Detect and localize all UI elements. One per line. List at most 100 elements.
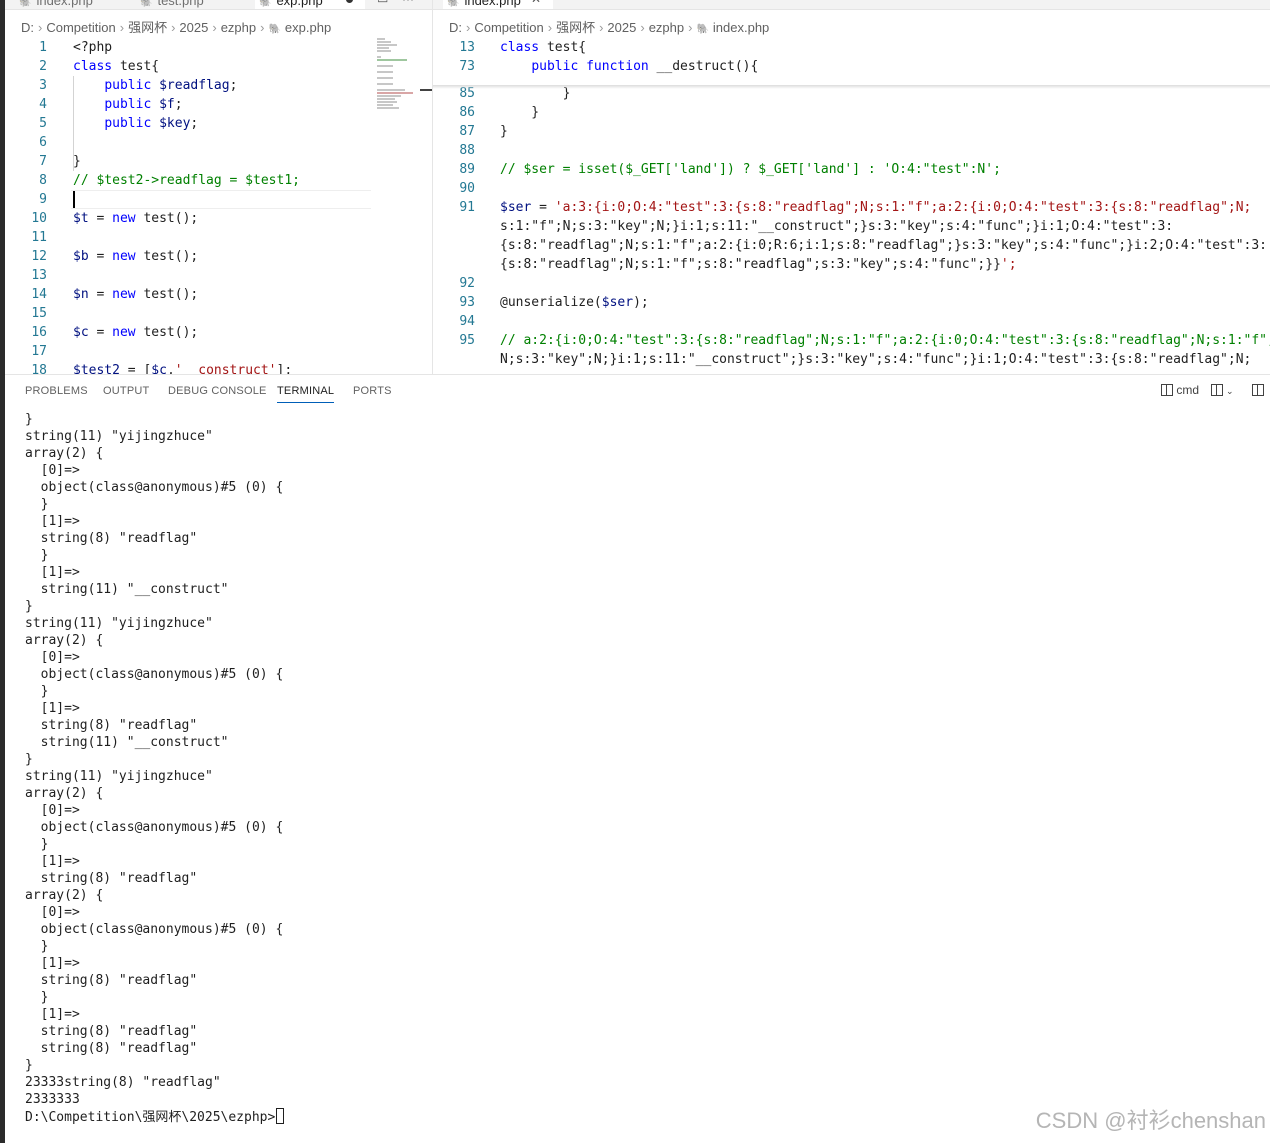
sticky-scroll-shadow [433,85,1270,89]
breadcrumb-item[interactable]: 2025 [607,20,636,35]
code-line[interactable]: 14 $n = new test(); [5,285,432,304]
code-line[interactable]: 6 [5,133,432,152]
code-line[interactable]: 94 [433,312,1270,331]
code-line[interactable]: 18 $test2 = [$c,'__construct']; [5,361,432,374]
line-number: 93 [459,295,475,310]
code-line[interactable]: 89 // $ser = isset($_GET['land']) ? $_GET… [433,160,1270,179]
code-text: // a:2:{i:0;O:4:"test":3:{s:8:"readflag"… [500,333,1270,348]
code-text: public $readflag; [104,78,238,93]
terminal-line: [0]=> [25,905,80,920]
code-line[interactable]: 92 [433,274,1270,293]
chevron-right-icon: › [260,20,265,35]
breadcrumb-item[interactable]: D: [449,20,462,35]
terminal-shell-selector[interactable]: cmd [1161,383,1199,397]
code-line[interactable]: 11 [5,228,432,247]
terminal-line: [1]=> [25,956,80,971]
code-line[interactable]: 9 [5,190,432,209]
terminal-line: string(8) "readflag" [25,973,198,988]
line-number: 8 [39,173,47,188]
code-line[interactable]: s:1:"f";N;s:3:"key";N;}i:1;s:11:"__const… [433,217,1270,236]
code-text: $n = new test(); [73,287,199,302]
code-line[interactable]: N;s:3:"key";N;}i:1;s:11:"__construct";}s… [433,350,1270,369]
code-line[interactable]: 8 // $test2->readflag = $test1; [5,171,432,190]
code-line[interactable]: 4 public $f; [5,95,432,114]
code-line[interactable]: 12 $b = new test(); [5,247,432,266]
php-file-icon: 🐘 [268,24,281,35]
breadcrumb-item[interactable]: ezphp [649,20,684,35]
line-number: 73 [459,59,475,74]
tab-terminal[interactable]: TERMINAL [277,385,335,403]
code-line[interactable]: 16 $c = new test(); [5,323,432,342]
terminal-line: } [25,990,49,1005]
code-line[interactable]: 13 [5,266,432,285]
code-line[interactable]: 3 public $readflag; [5,76,432,95]
terminal-line: [0]=> [25,650,80,665]
code-line[interactable]: 1 <?php [5,38,432,57]
code-text: class test{ [500,40,587,55]
code-text: } [73,154,81,169]
close-tab-icon[interactable]: ✕ [531,0,541,6]
code-line[interactable]: 90 [433,179,1270,198]
terminal-line: [1]=> [25,701,80,716]
chevron-right-icon: › [171,20,176,35]
tab-test-php[interactable]: 🐘 test.php [140,0,204,9]
line-number: 95 [459,333,475,348]
chevron-right-icon: › [119,20,125,35]
terminal-output[interactable]: } string(11) "yijingzhuce" array(2) { [0]=… [25,411,1260,1143]
code-line[interactable]: 2 class test{ [5,57,432,76]
terminal-line: [0]=> [25,463,80,478]
more-actions-icon[interactable]: ··· [402,0,414,6]
minimap[interactable] [377,38,417,118]
line-number: 15 [31,306,47,321]
terminal-line: string(11) "yijingzhuce" [25,616,213,631]
code-line[interactable]: 87} [433,122,1270,141]
code-line[interactable]: 13 class test{ [433,38,1270,57]
tab-output[interactable]: OUTPUT [103,385,149,397]
code-line[interactable]: 10 $t = new test(); [5,209,432,228]
tab-problems[interactable]: PROBLEMS [25,385,88,397]
tab-debug-console[interactable]: DEBUG CONSOLE [168,385,267,397]
split-terminal-button[interactable]: ⌄ [1211,383,1234,397]
terminal-prompt[interactable]: D:\Competition\强网杯\2025\ezphp> [25,1108,285,1125]
code-line[interactable]: {s:8:"readflag";N;s:1:"f";s:8:"readflag"… [433,255,1270,274]
code-text: class test{ [73,59,160,74]
breadcrumb-item[interactable]: 强网杯 [128,20,167,35]
code-line[interactable]: 95 // a:2:{i:0;O:4:"test":3:{s:8:"readfla… [433,331,1270,350]
breadcrumb-item[interactable]: ezphp [221,20,256,35]
code-line[interactable]: 5 public $key; [5,114,432,133]
breadcrumb-item[interactable]: Competition [46,20,115,35]
code-editor[interactable]: 1 <?php 2 class test{3 public $readflag; 4 p… [5,38,432,374]
code-line[interactable]: {s:8:"readflag";N;s:1:"f";a:2:{i:0;R:6;i… [433,236,1270,255]
breadcrumb-item[interactable]: 强网杯 [556,20,595,35]
code-line[interactable]: 73 public function __destruct(){ [433,57,1270,76]
code-line[interactable]: 7} [5,152,432,171]
tab-label: index.php [464,0,521,8]
code-line[interactable]: 15 [5,304,432,323]
breadcrumb-item[interactable]: Competition [474,20,543,35]
line-number: 91 [459,200,475,215]
scrollbar-position-marker[interactable] [420,89,432,91]
code-line[interactable]: 17 [5,342,432,361]
line-number: 14 [31,287,47,302]
terminal-line: array(2) { [25,633,104,648]
code-line[interactable]: 93 @unserialize($ser); [433,293,1270,312]
code-line[interactable]: 88 [433,141,1270,160]
php-file-icon: 🐘 [19,0,32,8]
terminal-line: string(11) "yijingzhuce" [25,429,213,444]
breadcrumb-item[interactable]: D: [21,20,34,35]
code-line[interactable]: 86 } [433,103,1270,122]
line-number: 13 [459,40,475,55]
maximize-panel-button[interactable] [1252,383,1264,397]
tab-ports[interactable]: PORTS [353,385,392,397]
breadcrumb-item[interactable]: exp.php [285,20,331,35]
line-number: 13 [31,268,47,283]
terminal-line: string(8) "readflag" [25,531,198,546]
code-text: // $ser = isset($_GET['land']) ? $_GET['… [500,162,1001,177]
breadcrumb-item[interactable]: index.php [713,20,769,35]
breadcrumb-item[interactable]: 2025 [179,20,208,35]
editor-group-left: 🐘index.php 🐘test.php 🐘 exp.php ▭ ··· D: › C… [5,0,432,374]
tab-index-php[interactable]: 🐘 index.php [19,0,93,9]
chevron-right-icon: › [640,20,645,35]
split-editor-icon[interactable]: ▭ [377,0,388,6]
code-line[interactable]: 91 $ser = 'a:3:{i:0;O:4:"test":3:{s:8:"re… [433,198,1270,217]
